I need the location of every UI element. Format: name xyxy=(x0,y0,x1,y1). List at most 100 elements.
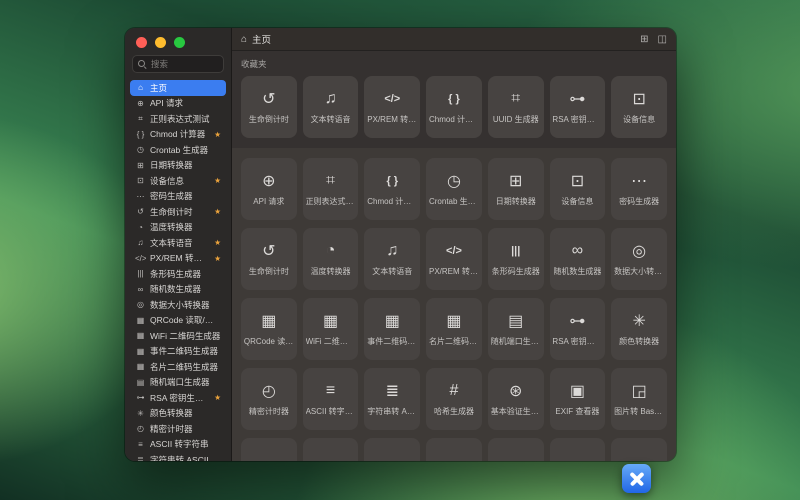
tool-card-label: 图片转 Base64 xyxy=(614,407,665,416)
qrcode-icon: ▦ xyxy=(261,313,277,330)
tool-card[interactable]: ♫ 文本转语音 xyxy=(302,76,359,138)
grid-view-icon[interactable]: ⊞ xyxy=(640,34,648,45)
sidebar-item[interactable]: ⊶ RSA 密钥生成器 ★ xyxy=(130,390,226,406)
tool-card[interactable]: ≣ 字符串转 ASCII xyxy=(364,368,421,430)
sidebar-item[interactable]: ||| 条形码生成器 xyxy=(130,266,226,282)
tool-card[interactable]: ♫ 文本转语音 xyxy=(364,228,421,290)
tool-card-label: PX/REM 转换器 xyxy=(428,267,479,276)
tool-card[interactable]: ⊡ 设备信息 xyxy=(611,76,667,138)
tool-card[interactable]: ≡ xyxy=(302,438,359,461)
home-icon: ⌂ xyxy=(138,83,143,93)
sidebar-item[interactable]: ≡ ASCII 转字符串 xyxy=(130,437,226,453)
tool-card-label: Crontab 生成器 xyxy=(428,197,479,206)
tool-card[interactable]: ◷ Crontab 生成器 xyxy=(426,158,482,220)
tool-card[interactable]: ⊶ RSA 密钥生成器 xyxy=(549,298,606,360)
calendar-icon: ⊞ xyxy=(509,173,523,190)
tool-card[interactable]: ⋯ 密码生成器 xyxy=(611,158,667,220)
sidebar-item[interactable]: ↺ 生命倒计时 ★ xyxy=(130,204,226,220)
sidebar-item[interactable]: ▦ QRCode 读取/生成器 xyxy=(130,313,226,329)
tool-card[interactable]: { } Chmod 计算器 xyxy=(364,158,421,220)
tool-card[interactable]: ⊶ RSA 密钥生成器 xyxy=(549,76,606,138)
tool-card[interactable]: ✳ 颜色转换器 xyxy=(611,298,667,360)
sidebar-item[interactable]: ▦ 名片二维码生成器 xyxy=(130,359,226,375)
tool-card[interactable]: ⌗ 正则表达式测试 xyxy=(302,158,359,220)
tool-card[interactable]: ⊛ 基本验证生成器 xyxy=(487,368,544,430)
rows-icon: ▤ xyxy=(385,459,400,461)
favorite-star-icon: ★ xyxy=(214,238,221,248)
tool-card[interactable]: ▣ EXIF 查看器 xyxy=(549,368,606,430)
tool-card[interactable]: { } Chmod 计算器 xyxy=(426,76,482,138)
tool-card[interactable]: ↻ xyxy=(241,438,297,461)
key-icon: ⊶ xyxy=(569,91,586,108)
tool-card-label: 生命倒计时 xyxy=(248,115,289,124)
key-icon: ⊶ xyxy=(569,313,586,330)
sidebar-item[interactable]: ◎ 数据大小转换器 xyxy=(130,297,226,313)
tool-card-label: 随机端口生成器 xyxy=(490,337,541,346)
sidebar-item[interactable]: ♫ 文本转语音 ★ xyxy=(130,235,226,251)
tool-card[interactable]: ↺ 生命倒计时 xyxy=(241,228,297,290)
tool-card[interactable]: ▦ 名片二维码生成器 xyxy=(426,298,482,360)
tool-card[interactable]: ⌗ UUID 生成器 xyxy=(487,76,544,138)
ascii-list-icon: ≡ xyxy=(138,439,143,449)
sidebar-item[interactable]: </> PX/REM 转换器 ★ xyxy=(130,251,226,267)
tool-card[interactable]: ◴ 精密计时器 xyxy=(241,368,297,430)
tool-card[interactable]: ∞ 随机数生成器 xyxy=(549,228,606,290)
tool-card[interactable]: ▦ 事件二维码生成器 xyxy=(364,298,421,360)
sidebar-item[interactable]: ∞ 随机数生成器 xyxy=(130,282,226,298)
tool-card-label: 温度转换器 xyxy=(310,267,351,276)
sidebar-item[interactable]: ⊕ API 请求 xyxy=(130,96,226,112)
sidebar-item[interactable]: ▦ WiFi 二维码生成器 xyxy=(130,328,226,344)
sidebar-item[interactable]: { } Chmod 计算器 ★ xyxy=(130,127,226,143)
sidebar-item[interactable]: ▦ 事件二维码生成器 xyxy=(130,344,226,360)
tool-card[interactable]: ◲ 图片转 Base64 xyxy=(611,368,667,430)
braces-icon: { } xyxy=(386,175,399,187)
tool-card[interactable]: # 哈希生成器 xyxy=(426,368,482,430)
tool-card[interactable]: ⊡ 设备信息 xyxy=(549,158,606,220)
sidebar-item[interactable]: ⌗ 正则表达式测试 xyxy=(130,111,226,127)
dock-app-icon[interactable] xyxy=(622,464,651,493)
tool-card[interactable]: ▦ QRCode 读取/生成器 xyxy=(241,298,297,360)
sidebar-item[interactable]: ⊞ 日期转换器 xyxy=(130,158,226,174)
tool-card[interactable]: ▦ WiFi 二维码生成器 xyxy=(302,298,359,360)
tool-card[interactable]: ≡ ASCII 转字符串 xyxy=(302,368,359,430)
sidebar-item-label: WiFi 二维码生成器 xyxy=(150,330,221,341)
tool-card[interactable]: ▧ xyxy=(611,438,667,461)
countdown-clock-icon: ↺ xyxy=(137,207,144,217)
tool-card[interactable]: </> PX/REM 转换器 xyxy=(426,228,482,290)
sidebar-item-label: 事件二维码生成器 xyxy=(150,346,219,357)
sidebar-item[interactable]: ⌂ 主页 xyxy=(130,80,226,96)
sidebar-item[interactable]: ◷ Crontab 生成器 xyxy=(130,142,226,158)
circle-icon: ◍ xyxy=(447,459,461,461)
sidebar-item[interactable]: ⋯ 密码生成器 xyxy=(130,189,226,205)
tool-card[interactable]: ◎ 数据大小转换器 xyxy=(611,228,667,290)
search-input[interactable]: 搜索 xyxy=(132,55,224,73)
tool-card[interactable]: ▤ xyxy=(364,438,421,461)
tool-card[interactable]: ◔ 温度转换器 xyxy=(302,228,359,290)
sidebar-item-label: Crontab 生成器 xyxy=(150,144,209,155)
page-title: 主页 xyxy=(252,35,272,46)
tool-card[interactable]: ◍ xyxy=(426,438,482,461)
hash-icon: # xyxy=(449,382,459,399)
wifi-qrcode-icon: ▦ xyxy=(136,331,145,341)
tool-card[interactable]: </> PX/REM 转换器 xyxy=(364,76,421,138)
tool-card[interactable]: ▤ 随机端口生成器 xyxy=(487,298,544,360)
tool-card[interactable]: ⊞ 日期转换器 xyxy=(487,158,544,220)
minimize-button[interactable] xyxy=(155,37,166,48)
favorite-star-icon: ★ xyxy=(214,393,221,403)
tool-card[interactable]: Aa xyxy=(549,438,606,461)
sidebar-item[interactable]: ≣ 字符串转 ASCII xyxy=(130,452,226,461)
tool-card[interactable]: ↺ 生命倒计时 xyxy=(241,76,297,138)
sidebar-item[interactable]: ✳ 颜色转换器 xyxy=(130,406,226,422)
sidebar-item[interactable]: ▤ 随机端口生成器 xyxy=(130,375,226,391)
sidebar-item[interactable]: ◴ 精密计时器 xyxy=(130,421,226,437)
tool-card[interactable]: ||| 条形码生成器 xyxy=(487,228,544,290)
tool-card[interactable]: ⊕ API 请求 xyxy=(241,158,297,220)
close-button[interactable] xyxy=(136,37,147,48)
sidebar-item[interactable]: ◔ 温度转换器 xyxy=(130,220,226,236)
tool-card[interactable]: Uni xyxy=(487,438,544,461)
zoom-button[interactable] xyxy=(174,37,185,48)
sidebar-item[interactable]: ⊡ 设备信息 ★ xyxy=(130,173,226,189)
sidebar-toggle-icon[interactable]: ◫ xyxy=(658,34,667,45)
sidebar: 搜索 ⌂ 主页 ⊕ API 请求 ⌗ 正则表达式测试 { } Chmod 计算器 ★ ◷ Cront… xyxy=(125,28,232,461)
search-placeholder: 搜索 xyxy=(151,59,169,69)
